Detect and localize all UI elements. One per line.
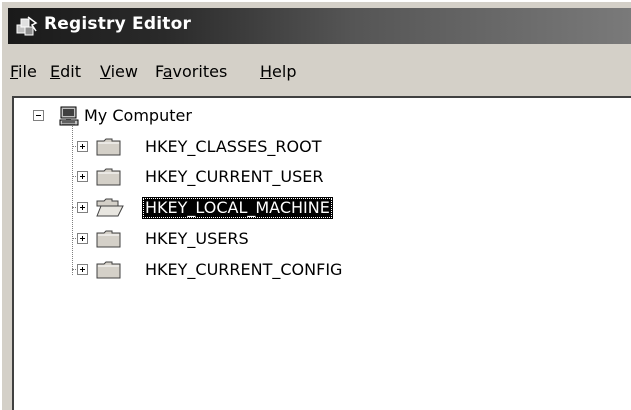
registry-tree[interactable]: My Computer HKEY_CLASSES_ROOT HKEY_CURRE… <box>12 96 631 410</box>
menu-file-label: ile <box>18 62 37 81</box>
menu-favorites-label: vorites <box>172 62 228 81</box>
folder-icon <box>96 138 121 156</box>
open-folder-icon <box>96 198 124 217</box>
tree-node-hkey-current-config[interactable]: HKEY_CURRENT_CONFIG <box>14 258 414 282</box>
folder-icon <box>96 230 121 248</box>
expand-icon[interactable] <box>77 202 88 213</box>
tree-node-my-computer[interactable]: My Computer <box>14 104 314 128</box>
menu-help[interactable]: Help <box>260 62 296 81</box>
computer-icon <box>59 106 79 126</box>
collapse-icon[interactable] <box>33 110 44 121</box>
menu-edit-label: dit <box>60 62 81 81</box>
tree-node-hkey-users[interactable]: HKEY_USERS <box>14 227 414 251</box>
tree-label-hkey-current-config: HKEY_CURRENT_CONFIG <box>145 260 343 279</box>
expand-icon[interactable] <box>77 141 88 152</box>
menu-view-label: iew <box>110 62 138 81</box>
tree-node-hkey-local-machine[interactable]: HKEY_LOCAL_MACHINE <box>14 196 414 220</box>
tree-label-hkey-classes-root: HKEY_CLASSES_ROOT <box>145 137 322 156</box>
menu-edit-accel: E <box>50 62 61 81</box>
tree-label-hkey-users: HKEY_USERS <box>145 229 249 248</box>
menu-help-label: elp <box>272 62 297 81</box>
expand-icon[interactable] <box>77 171 88 182</box>
tree-node-hkey-current-user[interactable]: HKEY_CURRENT_USER <box>14 165 414 189</box>
window-title: Registry Editor <box>44 14 192 34</box>
expand-icon[interactable] <box>77 233 88 244</box>
menu-file[interactable]: File <box>10 62 37 81</box>
tree-label-my-computer: My Computer <box>84 106 192 125</box>
menu-edit[interactable]: Edit <box>50 62 81 81</box>
menu-help-accel: H <box>260 62 273 81</box>
menu-favorites-pre: F <box>155 62 163 81</box>
registry-editor-window: Registry Editor File Edit View Favorites… <box>0 0 631 410</box>
menu-view-accel: V <box>100 62 111 81</box>
folder-icon <box>96 168 121 186</box>
expand-icon[interactable] <box>77 264 88 275</box>
menu-bar: File Edit View Favorites Help <box>8 54 631 88</box>
menu-favorites-accel: a <box>162 62 173 81</box>
folder-icon <box>96 261 121 279</box>
tree-node-hkey-classes-root[interactable]: HKEY_CLASSES_ROOT <box>14 135 414 159</box>
tree-label-hkey-current-user: HKEY_CURRENT_USER <box>145 167 324 186</box>
tree-label-hkey-local-machine: HKEY_LOCAL_MACHINE <box>142 197 333 219</box>
menu-favorites[interactable]: Favorites <box>155 62 227 81</box>
title-bar[interactable]: Registry Editor <box>8 8 631 44</box>
menu-file-accel: F <box>10 62 19 81</box>
registry-editor-icon <box>16 16 38 36</box>
menu-view[interactable]: View <box>100 62 138 81</box>
